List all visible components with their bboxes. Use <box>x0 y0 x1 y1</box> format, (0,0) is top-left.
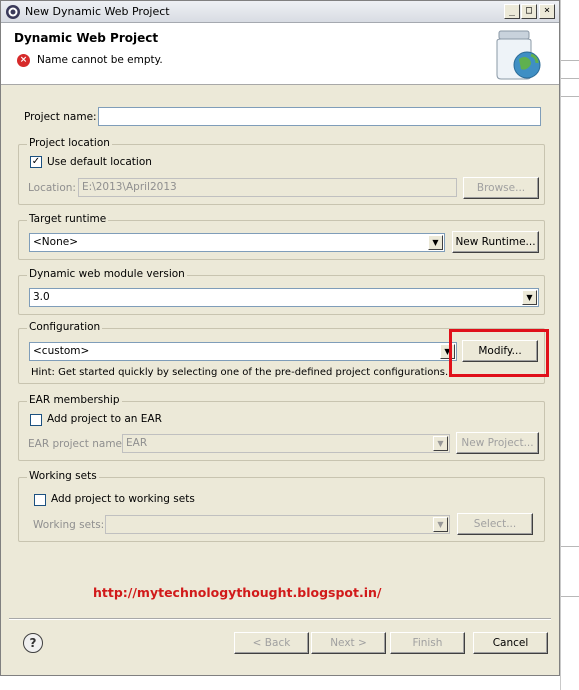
wizard-title: Dynamic Web Project <box>14 31 159 45</box>
window-title: New Dynamic Web Project <box>25 5 170 18</box>
ear-project-select[interactable]: EAR ▼ <box>122 434 450 453</box>
bg-divider <box>561 546 579 547</box>
module-version-select[interactable]: 3.0 ▼ <box>29 288 539 307</box>
ear-membership-title: EAR membership <box>27 394 122 406</box>
new-runtime-button[interactable]: New Runtime... <box>452 231 539 253</box>
bg-divider <box>561 60 579 61</box>
minimize-button[interactable]: _ <box>504 4 520 19</box>
project-name-label: Project name: <box>24 111 97 123</box>
cancel-button[interactable]: Cancel <box>473 632 548 654</box>
bg-divider <box>561 96 579 97</box>
dialog-window: New Dynamic Web Project _ □ × Dynamic We… <box>0 0 560 676</box>
location-input[interactable]: E:\2013\April2013 <box>78 178 457 197</box>
project-location-title: Project location <box>27 137 112 149</box>
wizard-header: Dynamic Web Project × Name cannot be emp… <box>1 23 559 85</box>
working-sets-label: Working sets: <box>33 519 105 531</box>
use-default-location-label: Use default location <box>47 156 152 168</box>
configuration-select[interactable]: <custom> ▼ <box>29 342 457 361</box>
jar-globe-icon <box>496 30 541 80</box>
location-label: Location: <box>28 182 76 194</box>
working-sets-select[interactable]: ▼ <box>105 515 450 534</box>
add-to-working-sets-label: Add project to working sets <box>51 493 195 505</box>
add-to-ear-checkbox[interactable] <box>30 414 42 426</box>
new-project-button[interactable]: New Project... <box>456 432 539 454</box>
project-name-input[interactable] <box>98 107 541 126</box>
ear-project-name-label: EAR project name: <box>28 438 126 450</box>
footer-separator <box>9 618 551 620</box>
select-button[interactable]: Select... <box>457 513 533 535</box>
close-button[interactable]: × <box>539 4 555 19</box>
working-sets-title: Working sets <box>27 470 99 482</box>
target-runtime-select[interactable]: <None> ▼ <box>29 233 445 252</box>
chevron-down-icon[interactable]: ▼ <box>522 290 537 305</box>
browse-button[interactable]: Browse... <box>463 177 539 199</box>
bg-divider <box>561 596 579 597</box>
ear-project-value: EAR <box>126 437 148 449</box>
finish-button[interactable]: Finish <box>390 632 465 654</box>
add-to-ear-label: Add project to an EAR <box>47 413 162 425</box>
bg-divider <box>561 78 579 79</box>
error-message: Name cannot be empty. <box>37 54 163 66</box>
watermark-url: http://mytechnologythought.blogspot.in/ <box>93 585 382 600</box>
module-version-title: Dynamic web module version <box>27 268 187 280</box>
background-window-edge <box>560 0 579 690</box>
configuration-value: <custom> <box>33 345 90 357</box>
configuration-title: Configuration <box>27 321 103 333</box>
target-runtime-value: <None> <box>33 236 78 248</box>
chevron-down-icon[interactable]: ▼ <box>433 517 448 532</box>
chevron-down-icon[interactable]: ▼ <box>428 235 443 250</box>
maximize-button[interactable]: □ <box>521 4 537 19</box>
add-to-working-sets-checkbox[interactable] <box>34 494 46 506</box>
error-x-icon: × <box>17 54 30 67</box>
back-button[interactable]: < Back <box>234 632 309 654</box>
target-runtime-title: Target runtime <box>27 213 109 225</box>
help-icon[interactable]: ? <box>23 633 43 653</box>
use-default-location-checkbox[interactable]: ✓ <box>30 156 42 168</box>
eclipse-icon <box>6 5 20 19</box>
next-button[interactable]: Next > <box>311 632 386 654</box>
title-bar[interactable]: New Dynamic Web Project _ □ × <box>1 1 559 23</box>
highlight-box <box>449 329 549 377</box>
configuration-hint: Hint: Get started quickly by selecting o… <box>31 367 449 378</box>
module-version-value: 3.0 <box>33 291 50 303</box>
chevron-down-icon[interactable]: ▼ <box>433 436 448 451</box>
